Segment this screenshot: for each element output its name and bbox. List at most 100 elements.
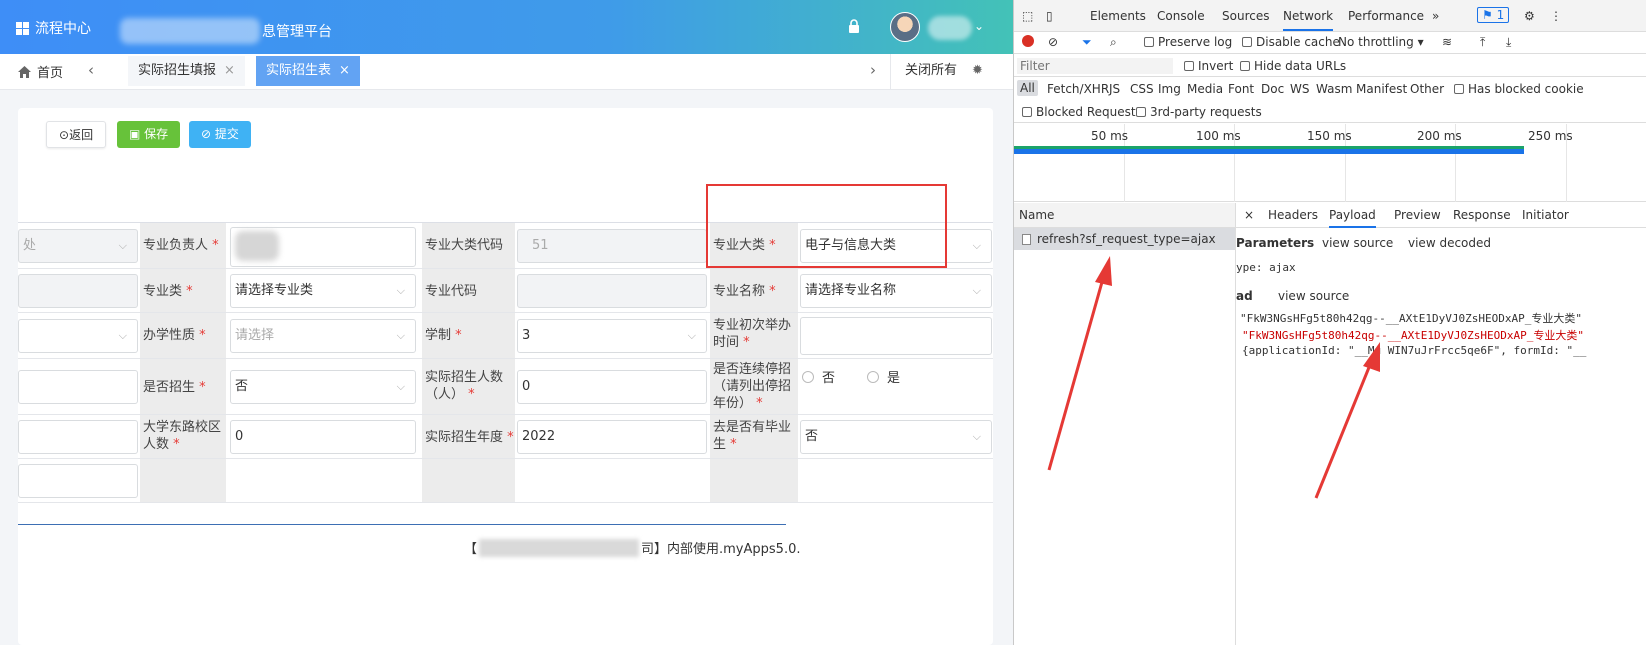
view-source-link[interactable]: view source bbox=[1322, 236, 1393, 250]
footer-suffix: 司】内部使用.myApps5.0. bbox=[641, 542, 801, 557]
blank-field[interactable] bbox=[18, 420, 138, 454]
chevron-left-icon[interactable]: ‹ bbox=[88, 61, 94, 79]
has-graduates-select[interactable]: 否 ⌵ bbox=[800, 420, 992, 454]
duration-select[interactable]: 3 ⌵ bbox=[517, 319, 707, 353]
invert-checkbox[interactable]: Invert bbox=[1184, 59, 1233, 73]
type-filter-css[interactable]: CSS bbox=[1130, 82, 1154, 96]
close-icon[interactable]: × bbox=[339, 63, 350, 78]
type-filter-js[interactable]: JS bbox=[1109, 82, 1120, 96]
close-icon[interactable]: × bbox=[1244, 208, 1254, 222]
chevron-down-icon[interactable]: ⌄ bbox=[974, 19, 984, 33]
first-offered-field[interactable] bbox=[800, 317, 992, 355]
close-icon[interactable]: × bbox=[224, 63, 235, 78]
type-filter-doc[interactable]: Doc bbox=[1261, 82, 1284, 96]
record-icon[interactable] bbox=[1022, 35, 1034, 47]
required-mark: * bbox=[199, 328, 206, 343]
actual-enrollment-count-field[interactable]: 0 bbox=[517, 370, 707, 404]
major-leader-field[interactable] bbox=[230, 227, 416, 267]
type-filter-fetch[interactable]: Fetch/XHR bbox=[1047, 82, 1109, 96]
checkbox-box bbox=[1022, 107, 1032, 117]
back-button[interactable]: ⊙返回 bbox=[46, 121, 107, 148]
filter-icon[interactable]: ⏷ bbox=[1082, 35, 1092, 50]
major-category-code-field[interactable]: 51 bbox=[517, 229, 707, 263]
tab-payload[interactable]: Payload bbox=[1329, 208, 1376, 228]
tab-network[interactable]: Network bbox=[1283, 9, 1334, 31]
chevron-down-icon: ⌵ bbox=[396, 380, 405, 393]
save-button[interactable]: ▣ 保存 bbox=[117, 121, 181, 148]
type-filter-manifest[interactable]: Manifest bbox=[1356, 82, 1407, 96]
major-name-select[interactable]: 请选择专业名称 ⌵ bbox=[800, 274, 992, 308]
search-icon[interactable]: ⌕ bbox=[1110, 35, 1117, 50]
type-filter-ws[interactable]: WS bbox=[1290, 82, 1309, 96]
clear-icon[interactable]: ⊘ bbox=[1048, 35, 1058, 49]
more-options-icon[interactable]: ⋮ bbox=[1550, 9, 1562, 23]
tab-performance[interactable]: Performance bbox=[1348, 9, 1424, 23]
throttling-select[interactable]: No throttling ▾ bbox=[1338, 35, 1424, 49]
lock-icon[interactable] bbox=[848, 19, 860, 33]
request-name: refresh?sf_request_type=ajax bbox=[1037, 232, 1216, 246]
tab-actual-enrollment-table[interactable]: 实际招生表 × bbox=[256, 56, 360, 86]
gear-icon[interactable]: ⚙ bbox=[1524, 9, 1535, 23]
tab-response[interactable]: Response bbox=[1453, 208, 1511, 222]
type-filter-all[interactable]: All bbox=[1017, 80, 1038, 96]
tab-sources[interactable]: Sources bbox=[1222, 9, 1269, 23]
blank-field[interactable] bbox=[18, 274, 138, 308]
checkbox-box bbox=[1242, 37, 1252, 47]
device-toolbar-icon[interactable]: ▯ bbox=[1046, 9, 1053, 23]
preserve-log-checkbox[interactable]: Preserve log bbox=[1144, 35, 1232, 49]
major-class-select[interactable]: 请选择专业类 ⌵ bbox=[230, 274, 416, 308]
top-navigation-bar: 流程中心 息管理平台 ⌄ bbox=[0, 0, 1013, 54]
school-nature-select[interactable]: 请选择 ⌵ bbox=[230, 319, 416, 353]
tab-preview[interactable]: Preview bbox=[1394, 208, 1441, 222]
blocked-requests-checkbox[interactable]: Blocked Requests bbox=[1022, 105, 1142, 119]
gear-icon[interactable]: ✹ bbox=[972, 63, 983, 78]
label-text: 去是否有毕业生 bbox=[713, 420, 792, 452]
blank-select[interactable]: ⌵ bbox=[18, 319, 138, 353]
column-header-name[interactable]: Name bbox=[1014, 203, 1235, 228]
more-tabs-icon[interactable]: » bbox=[1432, 9, 1439, 23]
payload-view-source-link[interactable]: view source bbox=[1278, 289, 1349, 303]
tab-home[interactable]: 首页 bbox=[18, 62, 63, 81]
footer: 【 司】内部使用.myApps5.0. bbox=[464, 538, 800, 557]
filter-bar: Invert Hide data URLs bbox=[1014, 55, 1646, 77]
blank-field[interactable] bbox=[18, 464, 138, 498]
network-conditions-icon[interactable]: ≋ bbox=[1442, 35, 1452, 49]
tab-initiator[interactable]: Initiator bbox=[1522, 208, 1569, 222]
blank-field[interactable] bbox=[18, 370, 138, 404]
inspect-element-icon[interactable]: ⬚ bbox=[1022, 9, 1033, 23]
department-select[interactable]: 处 ⌵ bbox=[18, 229, 138, 263]
avatar[interactable] bbox=[890, 12, 920, 42]
checkbox-box bbox=[1144, 37, 1154, 47]
request-row[interactable]: refresh?sf_request_type=ajax bbox=[1014, 228, 1235, 250]
import-icon[interactable]: ⤒ bbox=[1480, 35, 1485, 50]
type-filter-wasm[interactable]: Wasm bbox=[1316, 82, 1352, 96]
required-mark: * bbox=[173, 437, 180, 452]
is-enrolling-select[interactable]: 否 ⌵ bbox=[230, 370, 416, 404]
timeline-tick: 200 ms bbox=[1417, 129, 1462, 143]
major-code-field[interactable] bbox=[517, 274, 707, 308]
type-filter-media[interactable]: Media bbox=[1187, 82, 1223, 96]
radio-yes[interactable] bbox=[867, 370, 880, 383]
enrollment-year-field[interactable]: 2022 bbox=[517, 420, 707, 454]
close-all-tabs[interactable]: 关闭所有 bbox=[890, 54, 1013, 90]
chevron-right-icon[interactable]: › bbox=[870, 61, 876, 79]
campus-count-field[interactable]: 0 bbox=[230, 420, 416, 454]
tab-elements[interactable]: Elements bbox=[1090, 9, 1146, 23]
hide-data-urls-checkbox[interactable]: Hide data URLs bbox=[1240, 59, 1346, 73]
type-filter-img[interactable]: Img bbox=[1158, 82, 1181, 96]
radio-no[interactable] bbox=[802, 370, 814, 383]
issues-badge[interactable]: ⚑ 1 bbox=[1477, 7, 1510, 23]
submit-button[interactable]: ⊘ 提交 bbox=[189, 121, 251, 148]
filter-input[interactable] bbox=[1017, 58, 1173, 74]
tab-console[interactable]: Console bbox=[1157, 9, 1205, 23]
disable-cache-checkbox[interactable]: Disable cache bbox=[1242, 35, 1340, 49]
brand[interactable]: 流程中心 bbox=[16, 18, 91, 38]
type-filter-font[interactable]: Font bbox=[1228, 82, 1254, 96]
third-party-checkbox[interactable]: 3rd-party requests bbox=[1136, 105, 1262, 119]
type-filter-other[interactable]: Other bbox=[1410, 82, 1444, 96]
tab-actual-enrollment-fill[interactable]: 实际招生填报 × bbox=[128, 56, 245, 86]
export-icon[interactable]: ⤓ bbox=[1506, 35, 1511, 50]
has-blocked-cookies-checkbox[interactable]: Has blocked cookie bbox=[1454, 82, 1584, 96]
view-decoded-link[interactable]: view decoded bbox=[1408, 236, 1491, 250]
tab-headers[interactable]: Headers bbox=[1268, 208, 1318, 222]
